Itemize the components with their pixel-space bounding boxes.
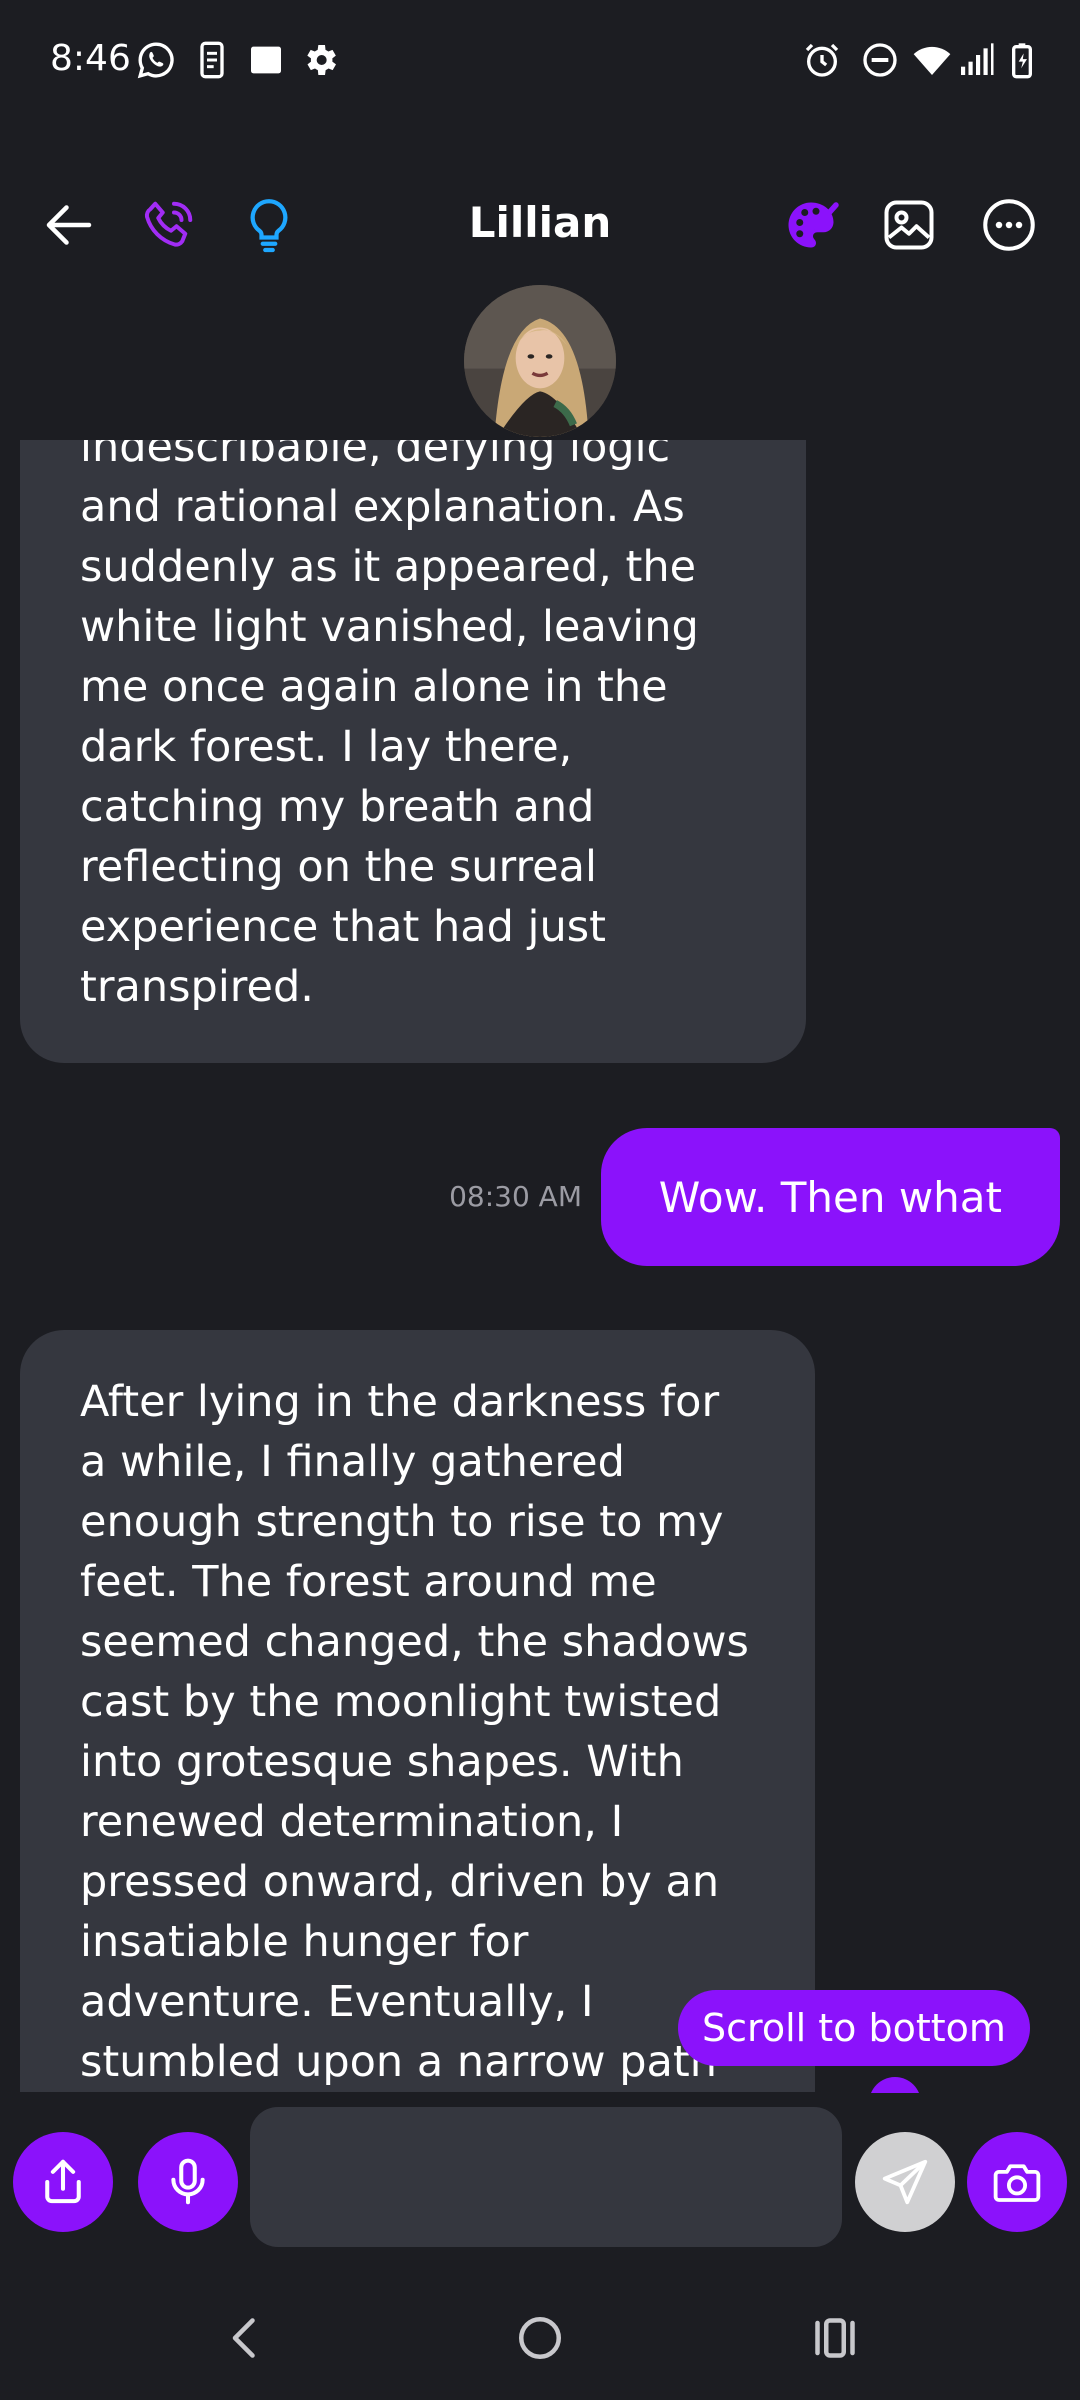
nav-back-icon: [232, 2318, 255, 2358]
tips-button[interactable]: [224, 180, 314, 270]
wifi-icon: [912, 40, 952, 80]
more-options-button[interactable]: [964, 180, 1054, 270]
nav-recents-button[interactable]: [790, 2293, 880, 2383]
bot-message-bubble[interactable]: indescribable, defying logic and rationa…: [20, 440, 806, 1063]
message-input[interactable]: [250, 2107, 842, 2247]
chat-header: Lillian: [0, 180, 1080, 270]
user-message-bubble[interactable]: Wow. Then what: [600, 1128, 1060, 1266]
back-button[interactable]: [24, 180, 114, 270]
call-button[interactable]: [124, 180, 214, 270]
phone-call-icon: [144, 201, 193, 247]
nav-back-button[interactable]: [200, 2293, 290, 2383]
profile-photo: [464, 285, 616, 437]
phone-clipboard-icon: [192, 40, 232, 80]
theme-button[interactable]: [766, 180, 856, 270]
camera-icon: [993, 2164, 1041, 2202]
avatar[interactable]: [464, 285, 616, 437]
alarm-icon: [802, 40, 842, 80]
whatsapp-icon: [136, 40, 176, 80]
bot-message-bubble[interactable]: After lying in the darkness for a while,…: [20, 1330, 815, 2092]
nav-recents-icon: [815, 2318, 855, 2358]
message-text: indescribable, defying logic and rationa…: [80, 440, 699, 1012]
back-arrow-icon: [46, 205, 92, 245]
voice-input-button[interactable]: [138, 2132, 238, 2232]
palette-icon: [788, 202, 839, 248]
share-icon: [45, 2159, 81, 2204]
message-text: Wow. Then what: [658, 1172, 1002, 1222]
message-list[interactable]: indescribable, defying logic and rationa…: [0, 440, 1080, 2092]
message-text: After lying in the darkness for a while,…: [80, 1377, 749, 2087]
gear-icon: [300, 40, 340, 80]
battery-charging-icon: [1002, 40, 1042, 80]
chat-screen: 8:46 Lillian indescribable, defying logi…: [0, 0, 1080, 2400]
more-options-icon: [983, 199, 1035, 251]
do-not-disturb-icon: [860, 40, 900, 80]
nav-home-button[interactable]: [495, 2293, 585, 2383]
lightbulb-icon: [250, 199, 288, 253]
message-input-bar: [0, 2093, 1080, 2273]
square-icon: [246, 40, 286, 80]
status-time: 8:46: [50, 38, 131, 79]
contact-name[interactable]: Lillian: [390, 198, 690, 247]
camera-button[interactable]: [967, 2132, 1067, 2232]
send-button[interactable]: [855, 2132, 955, 2232]
status-bar: 8:46: [0, 0, 1080, 125]
nav-home-icon: [519, 2317, 561, 2359]
image-icon: [884, 200, 934, 250]
microphone-icon: [171, 2158, 205, 2205]
system-navigation-bar: [0, 2273, 1080, 2400]
scroll-to-bottom-button[interactable]: Scroll to bottom: [678, 1990, 1030, 2066]
send-icon: [882, 2159, 928, 2205]
share-button[interactable]: [13, 2132, 113, 2232]
message-timestamp: 08:30 AM: [449, 1180, 582, 1213]
gallery-button[interactable]: [864, 180, 954, 270]
signal-icon: [956, 40, 996, 80]
